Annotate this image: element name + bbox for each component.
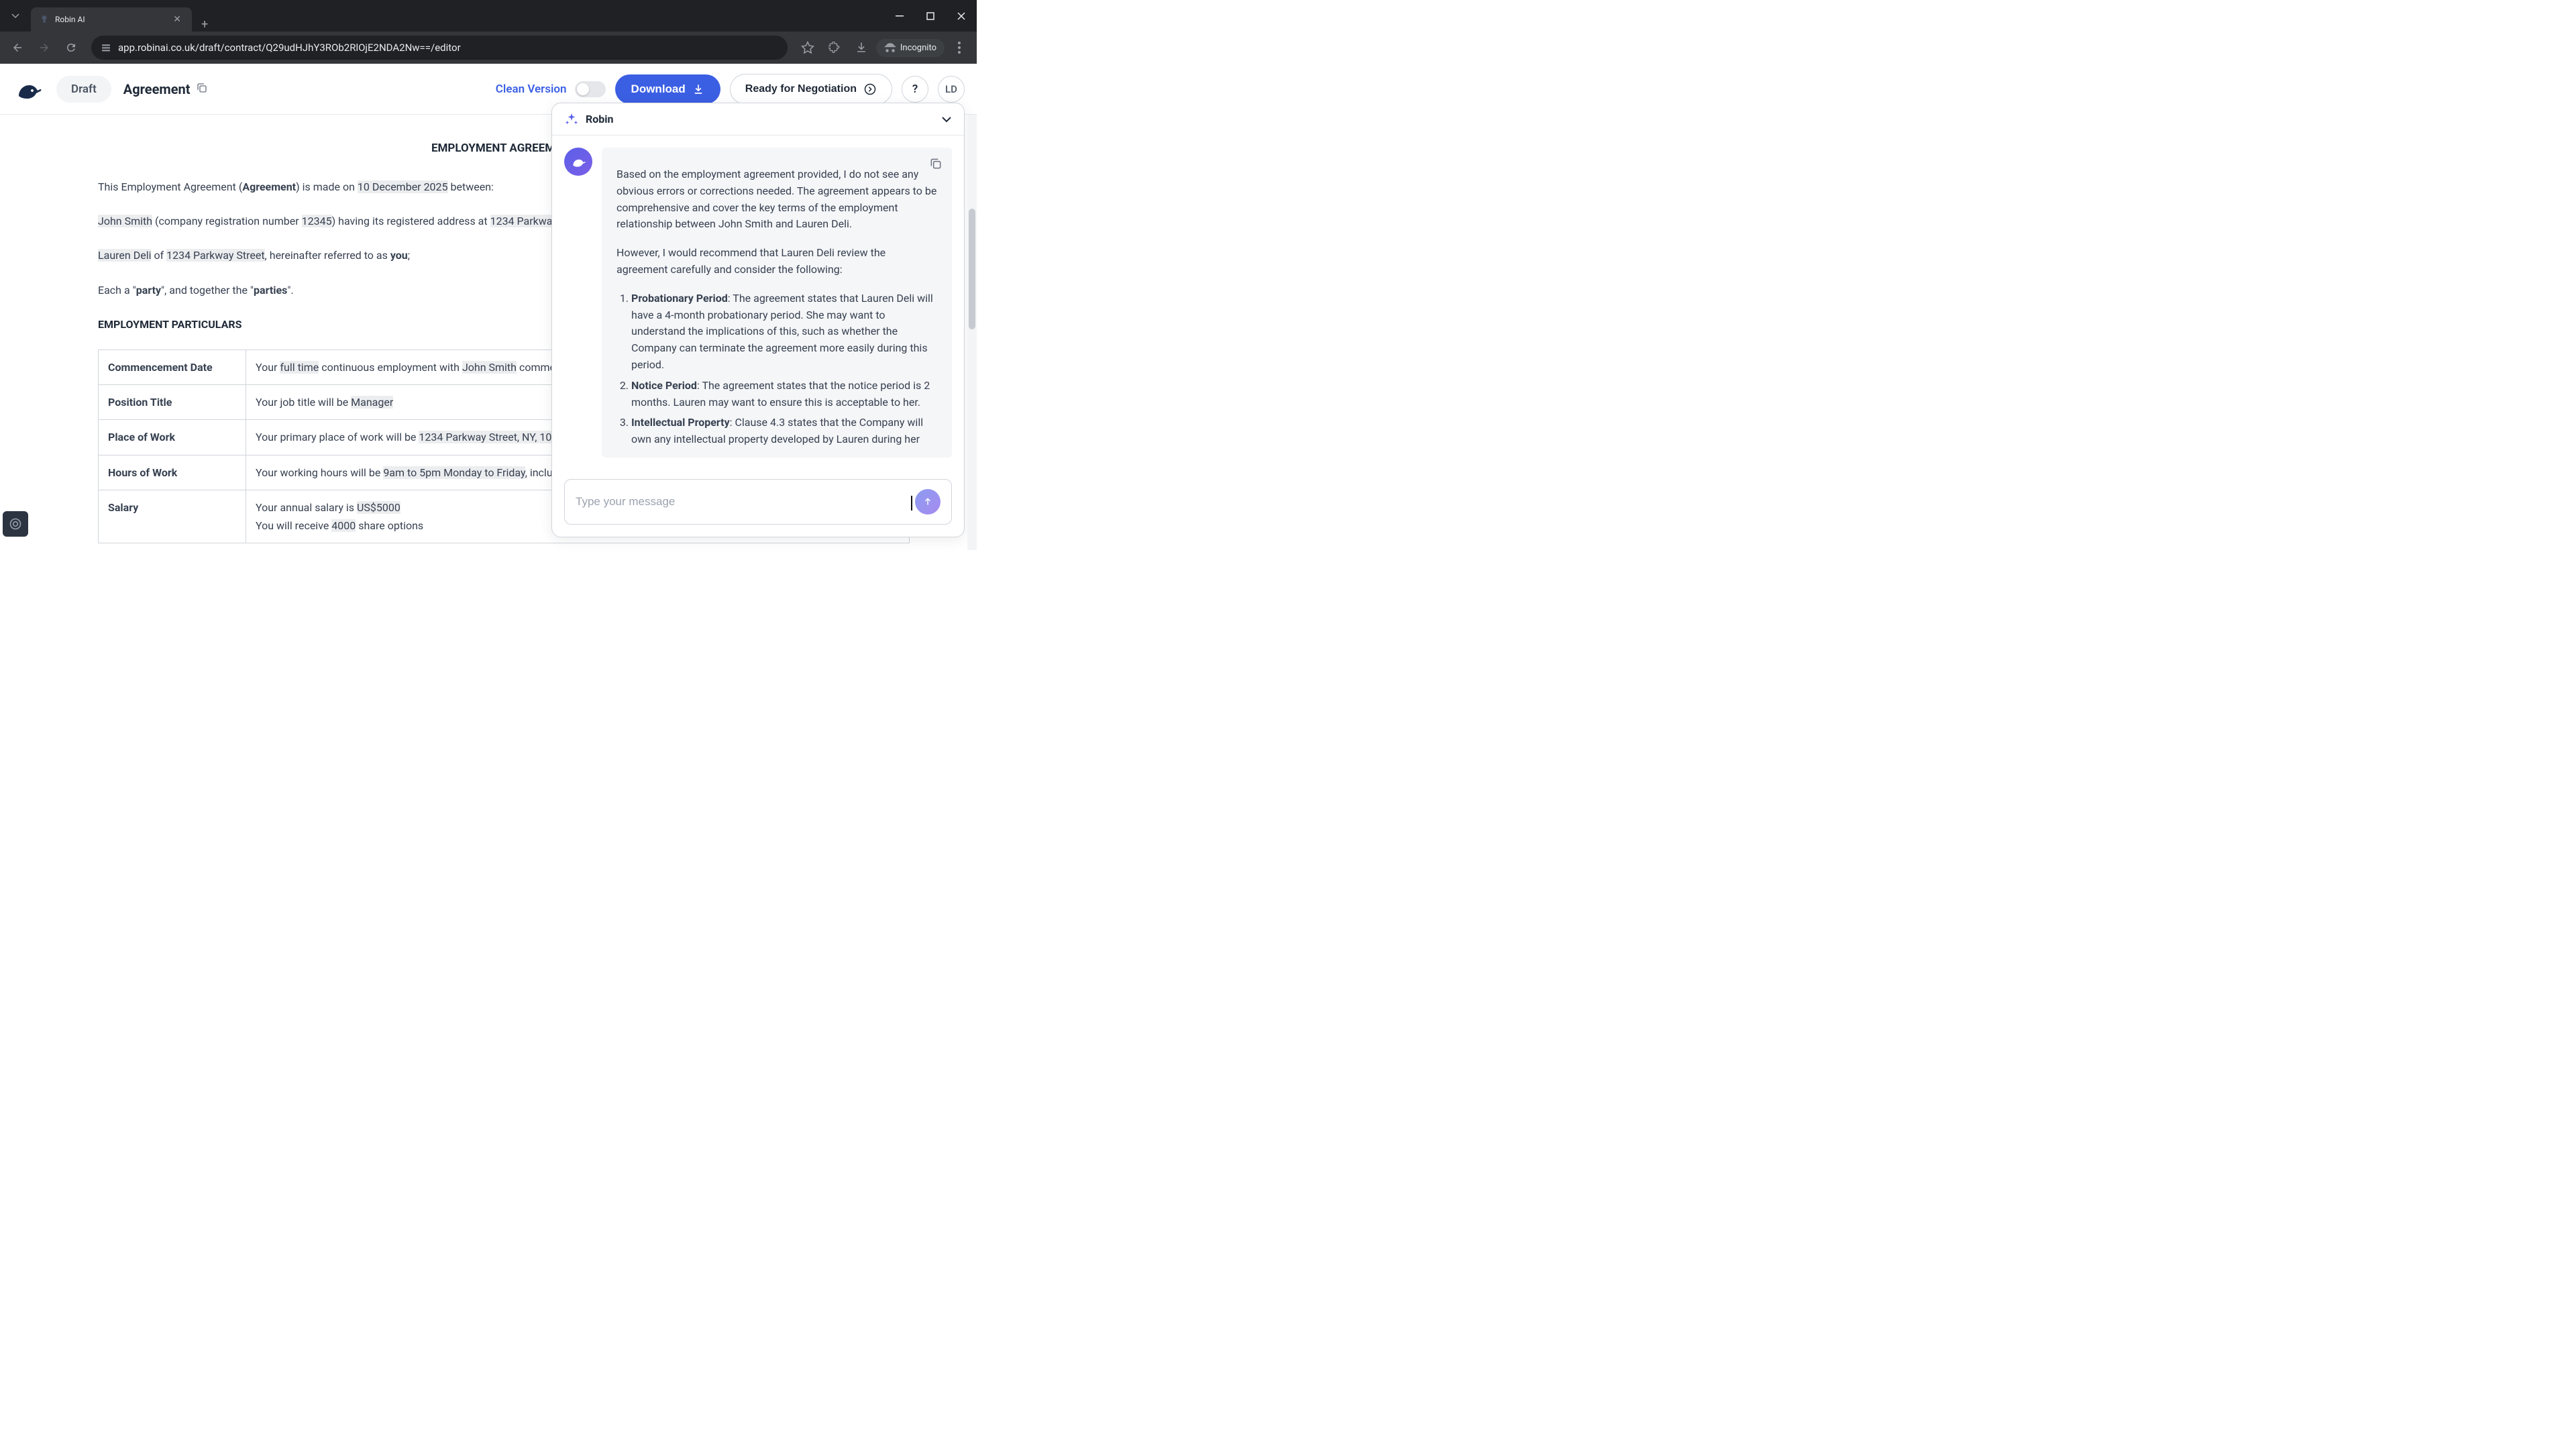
back-button[interactable] (5, 36, 30, 60)
forward-button[interactable] (32, 36, 56, 60)
chat-panel: Robin Based on the employment agreement … (551, 103, 965, 537)
scrollbar-thumb[interactable] (969, 209, 975, 329)
window-minimize-button[interactable] (884, 1, 915, 32)
user-avatar[interactable]: LD (938, 76, 965, 103)
extensions-icon[interactable] (822, 36, 847, 60)
list-item: Notice Period: The agreement states that… (631, 378, 937, 411)
window-maximize-button[interactable] (915, 1, 946, 32)
chat-body[interactable]: Based on the employment agreement provid… (552, 136, 964, 470)
clean-version-toggle[interactable]: Clean Version (496, 81, 606, 97)
chat-input-container (564, 479, 952, 525)
downloads-icon[interactable] (849, 36, 873, 60)
list-item: Probationary Period: The agreement state… (631, 290, 937, 374)
new-tab-button[interactable]: + (192, 17, 217, 32)
download-button[interactable]: Download (615, 74, 720, 104)
main-area: EMPLOYMENT AGREEMENT This Employment Agr… (0, 115, 977, 550)
list-item: Intellectual Property: Clause 4.3 states… (631, 415, 937, 448)
document-title: Agreement (123, 81, 208, 97)
ready-for-negotiation-button[interactable]: Ready for Negotiation (730, 74, 892, 105)
arrow-right-circle-icon (863, 83, 877, 96)
chat-input[interactable] (576, 495, 907, 508)
browser-menu-icon[interactable] (947, 36, 971, 60)
download-icon (692, 83, 704, 95)
app-logo[interactable] (12, 73, 44, 105)
text-cursor (911, 496, 912, 511)
floating-help-button[interactable] (3, 511, 28, 537)
main-scrollbar[interactable] (967, 115, 977, 550)
incognito-label: Incognito (900, 43, 936, 53)
bookmark-icon[interactable] (796, 36, 820, 60)
incognito-icon (884, 43, 896, 52)
chat-message: Based on the employment agreement provid… (602, 148, 952, 458)
browser-toolbar: app.robinai.co.uk/draft/contract/Q29udHJ… (0, 32, 977, 64)
tab-close-icon[interactable]: ✕ (170, 13, 184, 26)
help-button[interactable]: ? (902, 76, 928, 103)
sparkle-icon (564, 112, 579, 127)
send-button[interactable] (915, 489, 941, 515)
address-bar[interactable]: app.robinai.co.uk/draft/contract/Q29udHJ… (91, 36, 788, 60)
browser-tab[interactable]: Robin AI ✕ (31, 7, 192, 32)
url-text: app.robinai.co.uk/draft/contract/Q29udHJ… (118, 42, 461, 54)
tab-title: Robin AI (55, 15, 165, 24)
copy-doc-icon[interactable] (196, 81, 208, 97)
reload-button[interactable] (59, 36, 83, 60)
chat-collapse-button[interactable] (941, 113, 952, 125)
tab-search-dropdown[interactable] (0, 1, 31, 32)
site-settings-icon[interactable] (101, 42, 111, 53)
copy-message-icon[interactable] (929, 157, 943, 176)
assistant-avatar (564, 148, 592, 176)
tab-favicon-icon (39, 14, 50, 25)
chat-header: Robin (552, 103, 964, 136)
chat-title-text: Robin (586, 113, 613, 125)
incognito-badge[interactable]: Incognito (876, 39, 945, 57)
window-close-button[interactable] (946, 1, 977, 32)
toggle-switch[interactable] (575, 81, 606, 97)
browser-tab-strip: Robin AI ✕ + (0, 0, 977, 32)
draft-chip[interactable]: Draft (56, 76, 111, 103)
